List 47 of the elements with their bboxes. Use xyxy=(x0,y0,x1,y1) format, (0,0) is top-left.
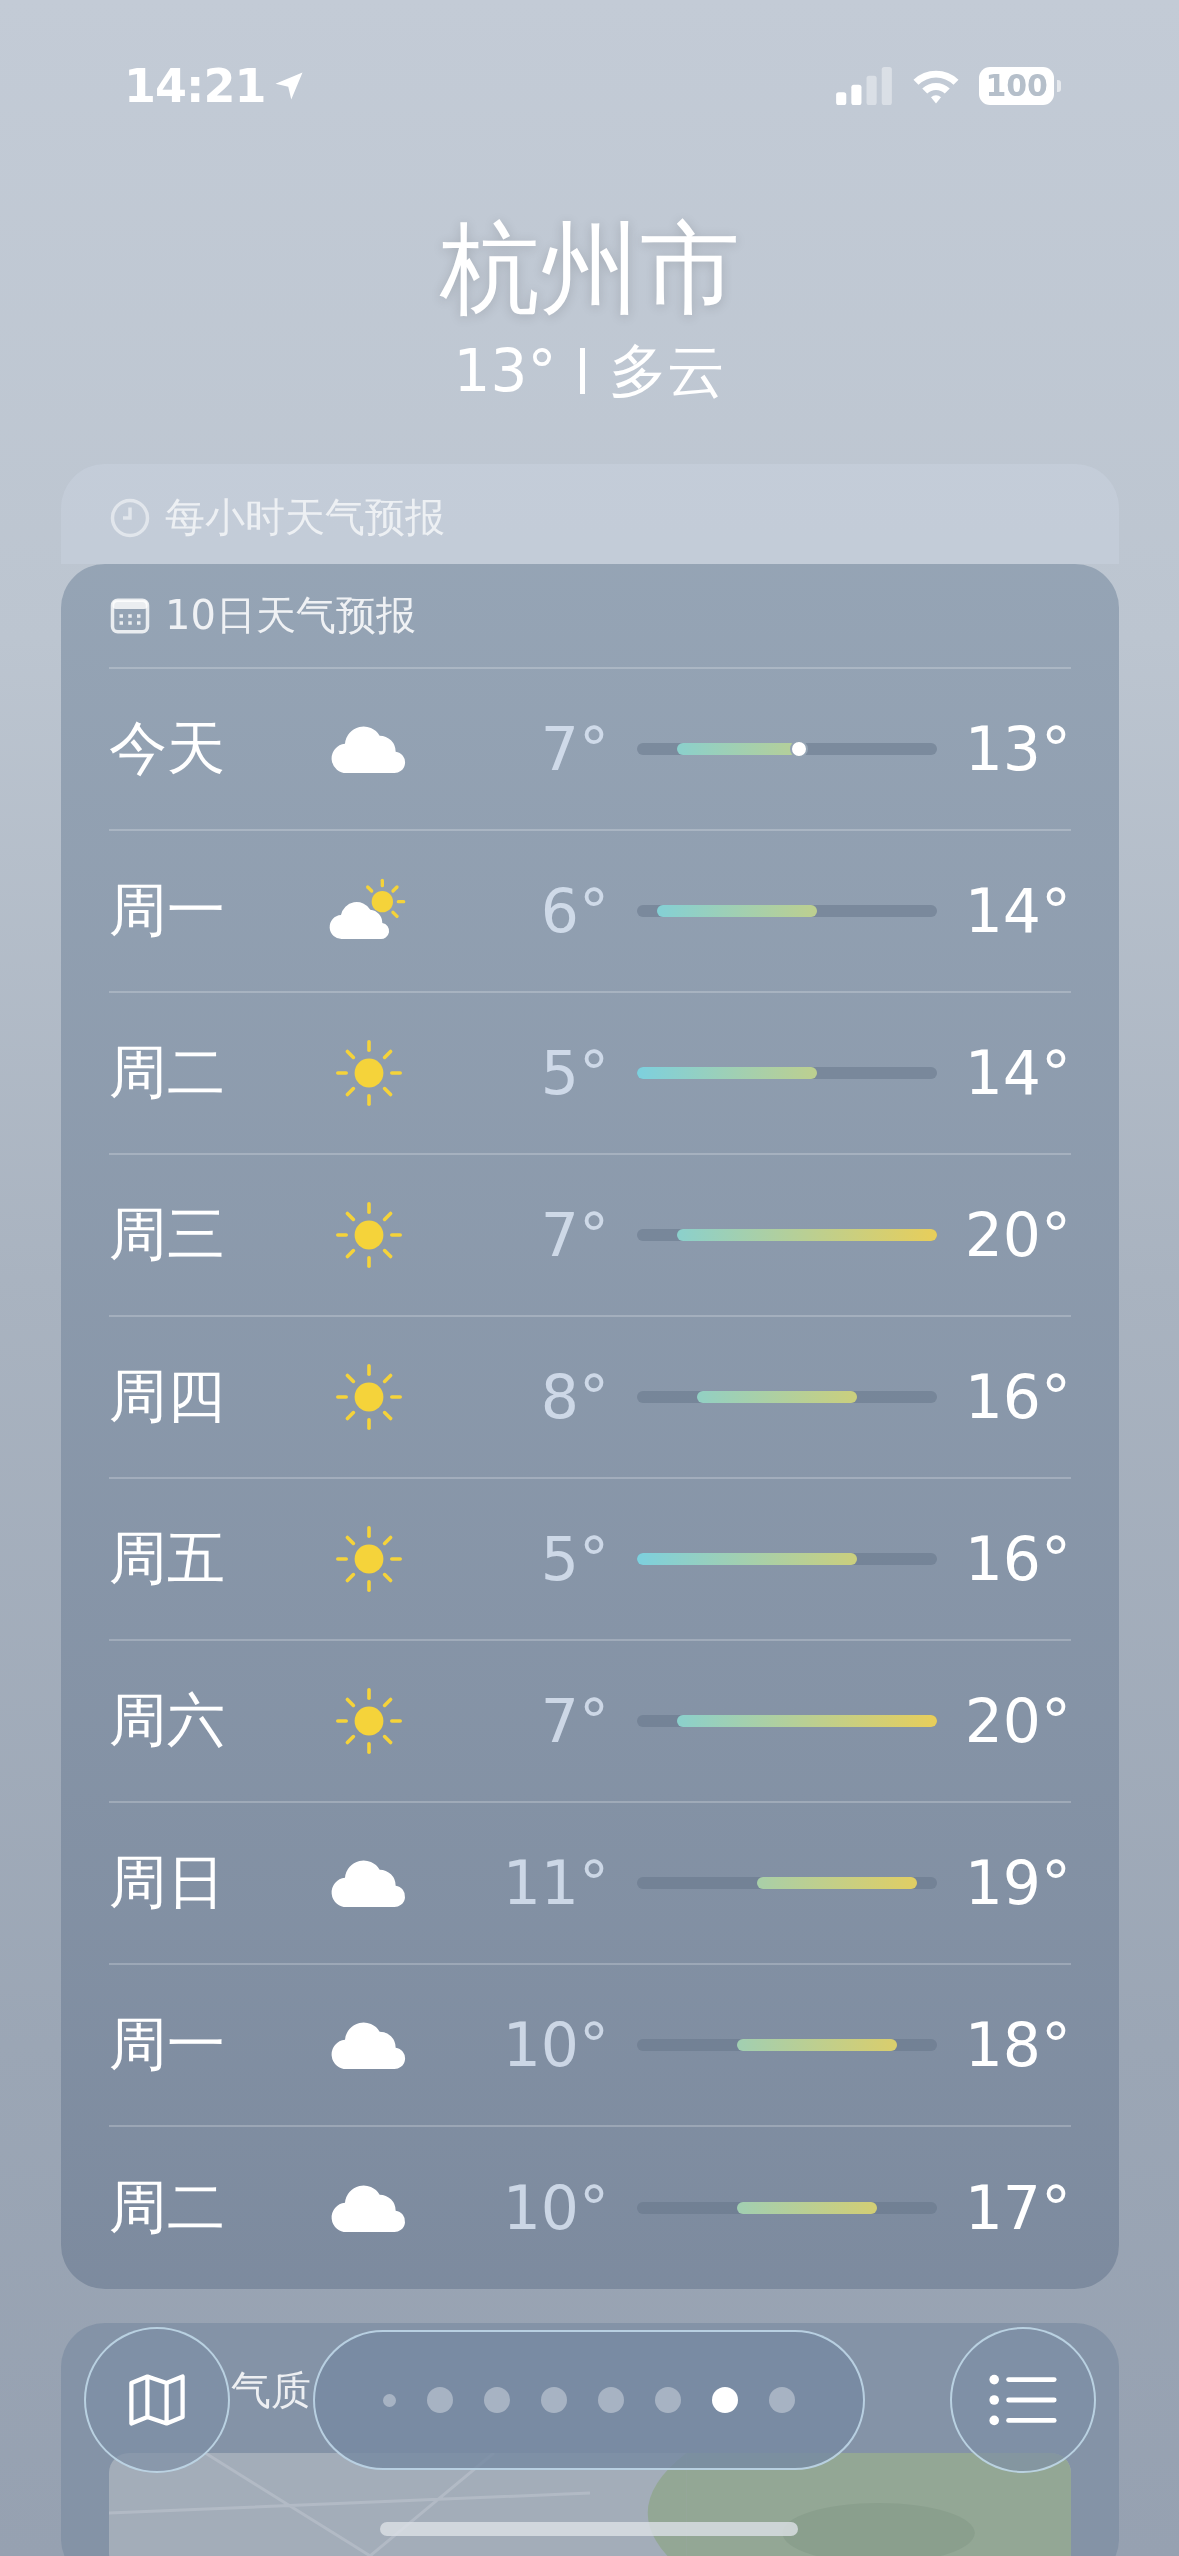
low-temperature: 11° xyxy=(501,1848,609,1918)
low-temperature: 10° xyxy=(501,2173,609,2243)
battery-level: 100 xyxy=(979,67,1054,105)
day-label: 周四 xyxy=(109,1361,226,1432)
high-temperature: 16° xyxy=(963,1362,1071,1432)
day-label: 周一 xyxy=(109,2009,226,2080)
signal-icon xyxy=(835,67,894,105)
low-temperature: 7° xyxy=(539,1200,609,1270)
high-temperature: 14° xyxy=(963,1038,1071,1108)
high-temperature: 18° xyxy=(963,2010,1071,2080)
page-dot[interactable] xyxy=(769,2387,795,2413)
day-label: 周一 xyxy=(109,875,226,946)
low-temperature: 8° xyxy=(539,1362,609,1432)
status-time: 14:21 xyxy=(124,59,266,113)
high-temperature: 14° xyxy=(963,876,1071,946)
day-label: 周二 xyxy=(109,1037,226,1108)
low-temperature: 10° xyxy=(501,2010,609,2080)
page-dot[interactable] xyxy=(541,2387,567,2413)
card-title: 气质 xyxy=(231,2367,311,2413)
page-dot[interactable] xyxy=(427,2387,453,2413)
low-temperature: 5° xyxy=(539,1038,609,1108)
high-temperature: 13° xyxy=(963,714,1071,784)
page-dot[interactable] xyxy=(383,2393,396,2407)
day-label: 周日 xyxy=(109,1847,226,1918)
high-temperature: 20° xyxy=(963,1686,1071,1756)
high-temperature: 16° xyxy=(963,1524,1071,1594)
page-dot[interactable] xyxy=(484,2387,510,2413)
high-temperature: 19° xyxy=(963,1848,1071,1918)
low-temperature: 7° xyxy=(539,1686,609,1756)
day-label: 今天 xyxy=(109,713,226,784)
page-dot[interactable] xyxy=(598,2387,624,2413)
day-label: 周五 xyxy=(109,1523,226,1594)
low-temperature: 6° xyxy=(539,876,609,946)
day-label: 周二 xyxy=(109,2172,226,2243)
high-temperature: 17° xyxy=(963,2173,1071,2243)
weather-condition: 多云 xyxy=(609,336,726,407)
day-label: 周三 xyxy=(109,1199,226,1270)
low-temperature: 5° xyxy=(539,1524,609,1594)
low-temperature: 7° xyxy=(539,714,609,784)
day-label: 周六 xyxy=(109,1685,226,1756)
card-title: 10日天气预报 xyxy=(165,591,416,640)
page-dot[interactable] xyxy=(655,2387,681,2413)
high-temperature: 20° xyxy=(963,1200,1071,1270)
city-name: 杭州市 xyxy=(439,209,740,329)
page-dot[interactable] xyxy=(712,2387,738,2413)
clock-icon xyxy=(109,496,151,539)
current-temperature: 13° xyxy=(453,336,557,407)
